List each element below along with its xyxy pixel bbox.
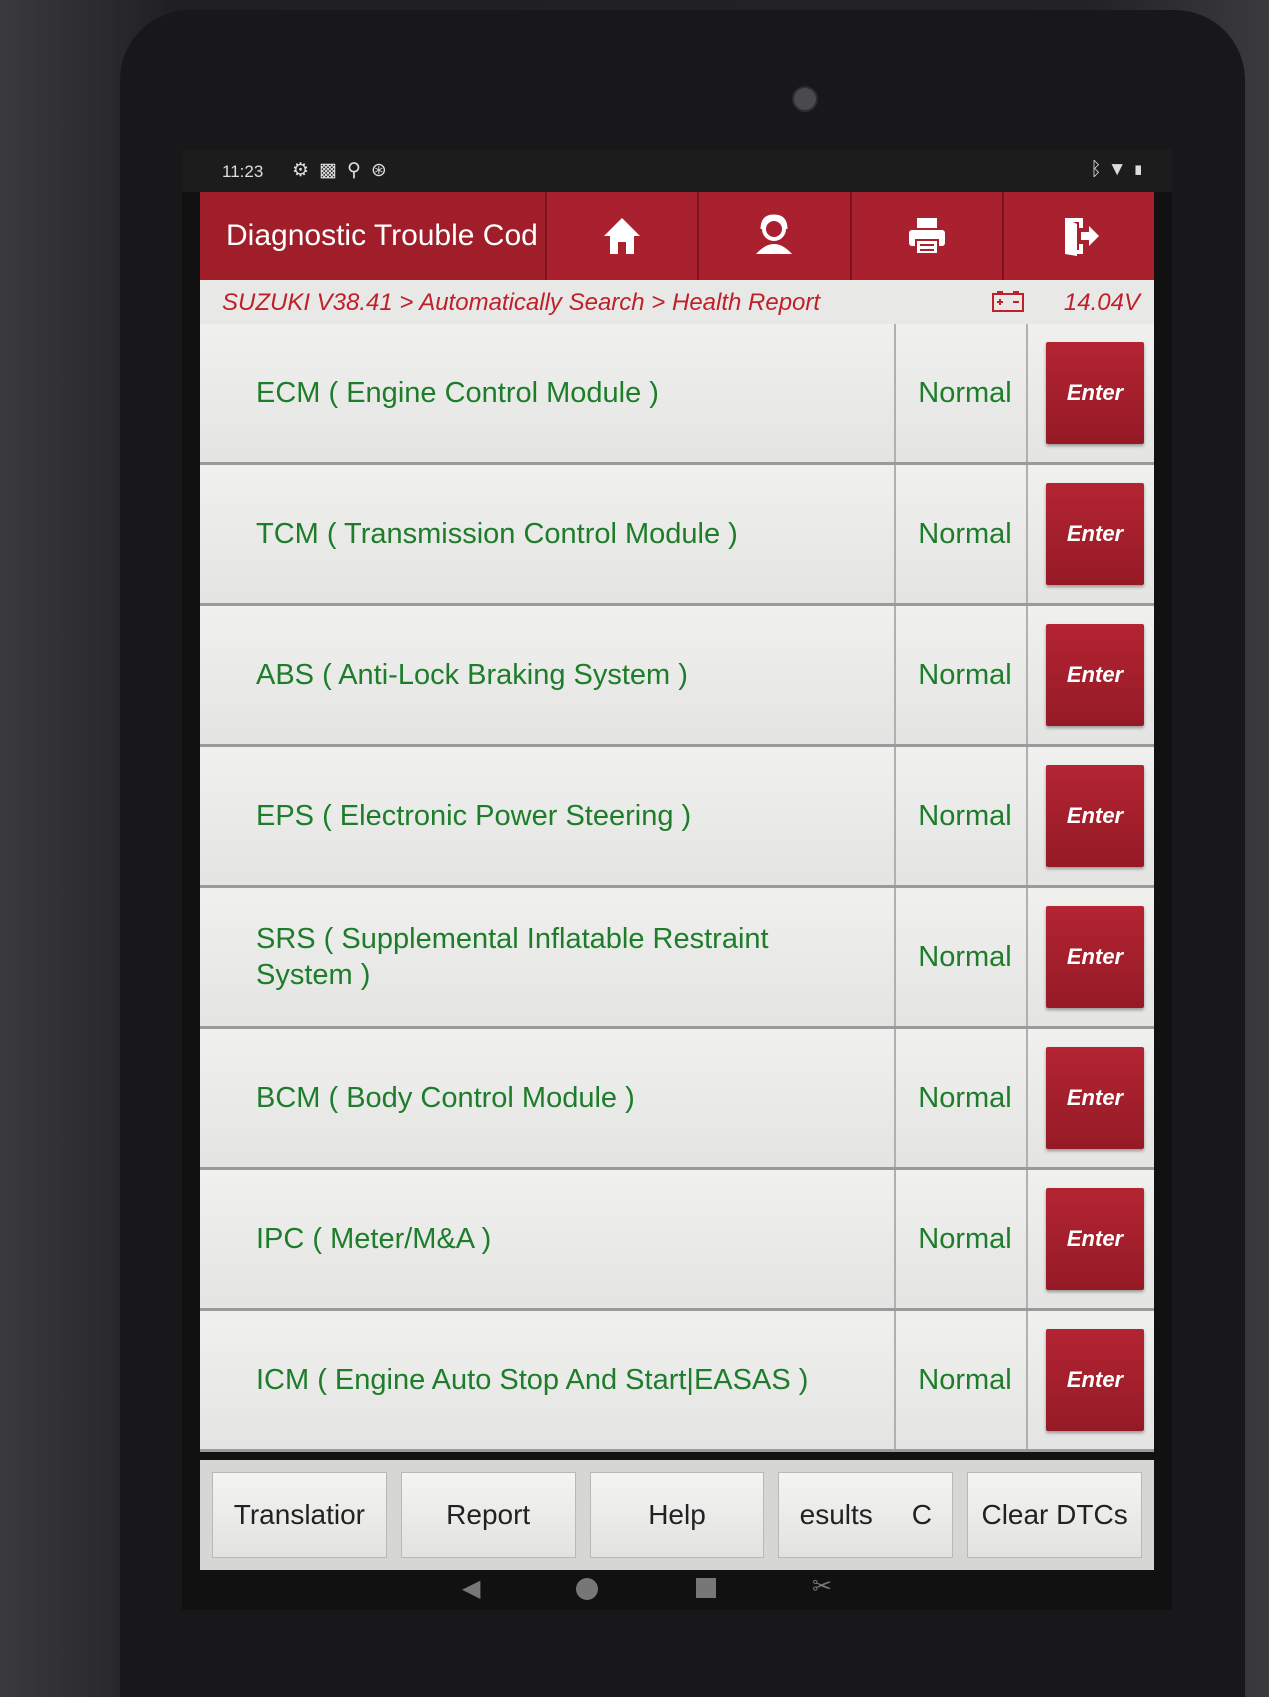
module-list: ECM ( Engine Control Module ) Normal Ent… — [200, 324, 1154, 1452]
user-button[interactable] — [697, 192, 850, 280]
module-status: Normal — [904, 606, 1028, 744]
clear-dtcs-button[interactable]: Clear DTCs — [967, 1472, 1142, 1558]
module-name: IPC ( Meter/M&A ) — [256, 1170, 896, 1308]
exit-icon — [1064, 218, 1099, 256]
target-icon: ⊛ — [370, 160, 397, 181]
app-bar: Diagnostic Trouble Cod — [200, 192, 1154, 280]
report-button[interactable]: Report — [400, 1472, 576, 1558]
page-title: Diagnostic Trouble Cod — [226, 219, 538, 252]
home-nav-icon[interactable] — [576, 1578, 598, 1600]
help-button[interactable]: Help — [589, 1472, 765, 1558]
results-button[interactable]: esults C — [778, 1472, 954, 1558]
screenshot-icon[interactable]: ✂ — [812, 1572, 832, 1601]
bottom-toolbar: Translatior Report Help esults C Clear D… — [200, 1460, 1154, 1570]
car-battery-icon — [992, 291, 1024, 312]
module-name: TCM ( Transmission Control Module ) — [256, 465, 896, 603]
image-icon: ▩ — [319, 160, 347, 181]
table-row: BCM ( Body Control Module ) Normal Enter — [200, 1029, 1154, 1170]
translation-button[interactable]: Translatior — [212, 1472, 387, 1558]
table-row: ICM ( Engine Auto Stop And Start|EASAS )… — [200, 1311, 1154, 1452]
module-status: Normal — [904, 465, 1028, 603]
module-name: SRS ( Supplemental Inflatable Restraint … — [256, 888, 896, 1026]
battery-icon: ▮ — [1132, 159, 1150, 180]
breadcrumb: SUZUKI V38.41 > Automatically Search > H… — [200, 280, 1154, 324]
module-status: Normal — [904, 747, 1028, 885]
table-row: TCM ( Transmission Control Module ) Norm… — [200, 465, 1154, 606]
module-status: Normal — [904, 324, 1028, 462]
table-row: ECM ( Engine Control Module ) Normal Ent… — [200, 324, 1154, 465]
enter-button[interactable]: Enter — [1046, 624, 1144, 726]
module-name: ECM ( Engine Control Module ) — [256, 324, 896, 462]
enter-button[interactable]: Enter — [1046, 1047, 1144, 1149]
enter-button[interactable]: Enter — [1046, 906, 1144, 1008]
voltage-readout: 14.04V — [1063, 289, 1140, 316]
print-button[interactable] — [849, 192, 1002, 280]
screen: 11:23 ⚙▩⚲⊛ ᛒ▼▮ Diagnostic Trouble Cod SU… — [182, 150, 1172, 1610]
module-name: EPS ( Electronic Power Steering ) — [256, 747, 896, 885]
device-casing: 11:23 ⚙▩⚲⊛ ᛒ▼▮ Diagnostic Trouble Cod SU… — [0, 0, 1269, 1697]
bluetooth-icon: ᛒ — [1090, 159, 1108, 180]
home-button[interactable] — [545, 192, 698, 280]
module-name: ICM ( Engine Auto Stop And Start|EASAS ) — [256, 1311, 896, 1449]
module-name: BCM ( Body Control Module ) — [256, 1029, 896, 1167]
table-row: EPS ( Electronic Power Steering ) Normal… — [200, 747, 1154, 888]
module-name: ABS ( Anti-Lock Braking System ) — [256, 606, 896, 744]
table-row: ABS ( Anti-Lock Braking System ) Normal … — [200, 606, 1154, 747]
printer-icon — [908, 218, 945, 255]
status-bar: 11:23 ⚙▩⚲⊛ ᛒ▼▮ — [182, 150, 1172, 192]
status-left-icons: ⚙▩⚲⊛ — [292, 159, 397, 182]
recent-apps-icon[interactable] — [696, 1578, 716, 1598]
module-status: Normal — [904, 1170, 1028, 1308]
enter-button[interactable]: Enter — [1046, 765, 1144, 867]
wifi-icon: ▼ — [1107, 159, 1133, 180]
camera-icon — [792, 86, 818, 112]
enter-button[interactable]: Enter — [1046, 1188, 1144, 1290]
module-status: Normal — [904, 1029, 1028, 1167]
user-icon — [756, 214, 793, 254]
module-status: Normal — [904, 1311, 1028, 1449]
exit-button[interactable] — [1001, 192, 1154, 280]
back-icon[interactable]: ◀ — [462, 1574, 480, 1603]
breadcrumb-path: SUZUKI V38.41 > Automatically Search > H… — [222, 289, 821, 316]
status-time: 11:23 — [222, 162, 264, 181]
home-icon — [604, 218, 641, 254]
gear-icon: ⚙ — [292, 160, 320, 181]
system-nav-bar: ◀ ✂ — [182, 1570, 1172, 1610]
enter-button[interactable]: Enter — [1046, 483, 1144, 585]
usb-icon: ⚲ — [347, 160, 371, 181]
enter-button[interactable]: Enter — [1046, 342, 1144, 444]
status-right-icons: ᛒ▼▮ — [1090, 159, 1150, 181]
enter-button[interactable]: Enter — [1046, 1329, 1144, 1431]
table-row: SRS ( Supplemental Inflatable Restraint … — [200, 888, 1154, 1029]
module-status: Normal — [904, 888, 1028, 1026]
table-row: IPC ( Meter/M&A ) Normal Enter — [200, 1170, 1154, 1311]
